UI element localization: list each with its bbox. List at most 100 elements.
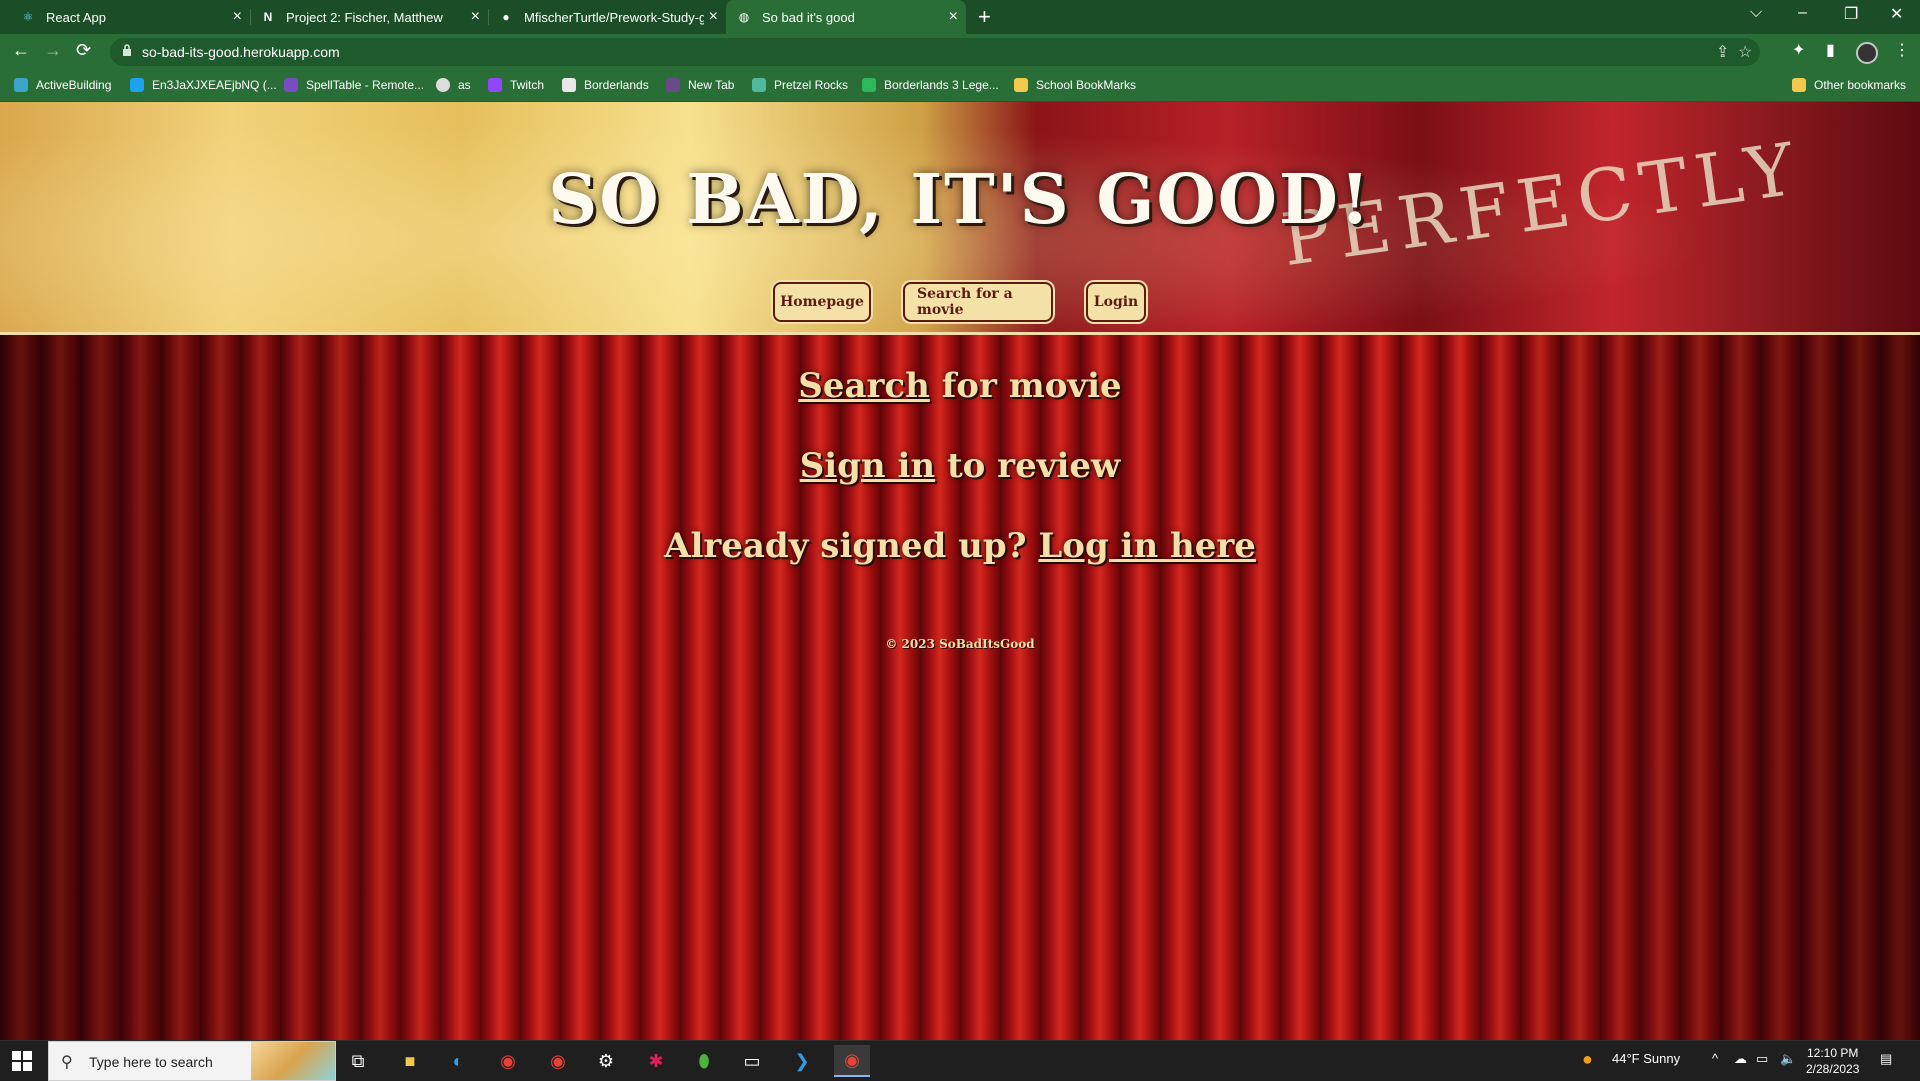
nav-search-button[interactable]: Search for a movie bbox=[903, 282, 1053, 322]
forward-arrow-icon[interactable]: → bbox=[44, 40, 62, 61]
sign-in-line-text: to review bbox=[935, 446, 1121, 486]
side-panel-icon[interactable]: ▮ bbox=[1826, 40, 1835, 60]
footer-copyright: © 2023 SoBadItsGood bbox=[885, 637, 1035, 651]
bookmark-label: Other bookmarks bbox=[1814, 78, 1907, 92]
chrome-icon[interactable]: ◉ bbox=[490, 1045, 526, 1077]
close-icon[interactable]: × bbox=[233, 8, 242, 26]
tab-title: MfischerTurtle/Prework-Study-gu bbox=[524, 9, 704, 25]
bookmark-label: ActiveBuilding bbox=[36, 78, 112, 92]
date-text: 2/28/2023 bbox=[1806, 1062, 1860, 1076]
file-explorer-icon[interactable]: ■ bbox=[392, 1045, 428, 1077]
react-icon: ⚛ bbox=[22, 10, 34, 24]
new-tab-button[interactable]: + bbox=[978, 4, 991, 30]
mongodb-compass-icon[interactable]: ⬮ bbox=[686, 1045, 722, 1077]
browser-toolbar: ← → ⟳ so-bad-its-good.herokuapp.com ⇪ ☆ … bbox=[0, 34, 1920, 70]
bookmark-icon bbox=[14, 78, 28, 92]
windows-start-icon[interactable] bbox=[12, 1051, 32, 1071]
weather-sun-icon[interactable]: ● bbox=[1582, 1049, 1593, 1070]
share-icon[interactable]: ⇪ bbox=[1716, 42, 1729, 62]
log-in-here-link[interactable]: Log in here bbox=[1038, 526, 1256, 566]
bookmark-folder[interactable]: School BookMarks bbox=[1014, 78, 1136, 92]
bookmark-label: Borderlands bbox=[584, 78, 649, 92]
search-link[interactable]: Search bbox=[798, 366, 930, 406]
edge-icon[interactable]: ◐ bbox=[440, 1045, 476, 1077]
nav-homepage-button[interactable]: Homepage bbox=[773, 282, 871, 322]
tab-github[interactable]: ● MfischerTurtle/Prework-Study-gu × bbox=[488, 0, 726, 34]
bookmark-item[interactable]: as bbox=[436, 78, 471, 92]
network-icon[interactable]: ▭ bbox=[1756, 1051, 1768, 1067]
bookmark-item[interactable]: En3JaXJXEAEjbNQ (... bbox=[130, 78, 277, 92]
notifications-icon[interactable]: ▤ bbox=[1880, 1051, 1892, 1067]
onedrive-icon[interactable]: ☁ bbox=[1734, 1051, 1747, 1067]
tab-react-app[interactable]: ⚛ React App × bbox=[10, 0, 250, 34]
bookmark-label: New Tab bbox=[688, 78, 735, 92]
extensions-icon[interactable]: ✦ bbox=[1792, 40, 1805, 60]
search-highlight-image bbox=[251, 1042, 335, 1080]
terminal-icon[interactable]: ▭ bbox=[734, 1045, 770, 1077]
borderlands-icon bbox=[562, 78, 576, 92]
tab-strip: ⚛ React App × N Project 2: Fischer, Matt… bbox=[0, 0, 1920, 34]
login-line: Already signed up? Log in here bbox=[0, 526, 1920, 566]
time-text: 12:10 PM bbox=[1807, 1046, 1859, 1060]
folder-icon bbox=[1792, 78, 1806, 92]
taskbar: ⚲ Type here to search ⧉ ■ ◐ ◉ ◉ ⚙ ✱ ⬮ ▭ … bbox=[0, 1040, 1920, 1081]
chrome-active-icon[interactable]: ◉ bbox=[834, 1045, 870, 1077]
tab-so-bad-its-good[interactable]: ◍ So bad it's good × bbox=[726, 0, 966, 34]
address-bar[interactable]: so-bad-its-good.herokuapp.com ⇪ ☆ bbox=[110, 38, 1760, 66]
curtain-shading bbox=[0, 335, 1920, 1040]
tray-chevron-icon[interactable]: ^ bbox=[1712, 1051, 1718, 1066]
clock[interactable]: 12:10 PM 2/28/2023 bbox=[1806, 1045, 1859, 1077]
bookmark-label: Twitch bbox=[510, 78, 545, 92]
sign-in-line: Sign in to review bbox=[0, 446, 1920, 486]
nav-login-button[interactable]: Login bbox=[1086, 282, 1146, 322]
close-window-button[interactable]: ✕ bbox=[1890, 4, 1903, 24]
search-line-text: for movie bbox=[929, 366, 1122, 406]
bookmark-item[interactable]: Borderlands 3 Lege... bbox=[862, 78, 999, 92]
task-view-icon[interactable]: ⧉ bbox=[340, 1045, 376, 1077]
bookmark-item[interactable]: SpellTable - Remote... bbox=[284, 78, 424, 92]
weather-text[interactable]: 44°F Sunny bbox=[1612, 1051, 1680, 1066]
kebab-menu-icon[interactable]: ⋮ bbox=[1894, 40, 1910, 60]
bookmark-item[interactable]: ActiveBuilding bbox=[14, 78, 111, 92]
search-icon: ⚲ bbox=[61, 1054, 73, 1071]
reload-icon[interactable]: ⟳ bbox=[76, 40, 91, 61]
tab-search-chevron-icon[interactable]: ⌵ bbox=[1750, 4, 1762, 22]
back-arrow-icon[interactable]: ← bbox=[12, 40, 30, 61]
bookmark-item[interactable]: New Tab bbox=[666, 78, 734, 92]
twitter-icon bbox=[130, 78, 144, 92]
slack-icon[interactable]: ✱ bbox=[638, 1045, 674, 1077]
bookmark-star-icon[interactable]: ☆ bbox=[1738, 42, 1752, 62]
lock-icon bbox=[123, 44, 131, 56]
tab-title: So bad it's good bbox=[762, 9, 855, 25]
bookmark-label: SpellTable - Remote... bbox=[306, 78, 425, 92]
restore-button[interactable]: ❐ bbox=[1844, 4, 1858, 24]
profile-avatar[interactable] bbox=[1856, 42, 1878, 64]
close-icon[interactable]: × bbox=[709, 8, 718, 26]
spelltable-icon bbox=[284, 78, 298, 92]
bookmark-item[interactable]: Borderlands bbox=[562, 78, 649, 92]
minimize-button[interactable]: – bbox=[1798, 4, 1807, 22]
settings-gear-icon[interactable]: ⚙ bbox=[588, 1045, 624, 1077]
other-bookmarks-folder[interactable]: Other bookmarks bbox=[1792, 78, 1906, 92]
new-tab-icon bbox=[666, 78, 680, 92]
close-icon[interactable]: × bbox=[949, 8, 958, 26]
sign-in-link[interactable]: Sign in bbox=[800, 446, 935, 486]
bookmark-label: as bbox=[458, 78, 471, 92]
tab-project-2[interactable]: N Project 2: Fischer, Matthew × bbox=[250, 0, 488, 34]
bookmark-item[interactable]: Twitch bbox=[488, 78, 544, 92]
taskbar-search-placeholder: Type here to search bbox=[89, 1054, 213, 1070]
bookmark-item[interactable]: Pretzel Rocks bbox=[752, 78, 848, 92]
tab-title: Project 2: Fischer, Matthew bbox=[286, 9, 443, 25]
close-icon[interactable]: × bbox=[471, 8, 480, 26]
chrome-profile-icon[interactable]: ◉ bbox=[540, 1045, 576, 1077]
taskbar-search[interactable]: ⚲ Type here to search bbox=[48, 1041, 336, 1081]
vscode-icon[interactable]: ❯ bbox=[784, 1045, 820, 1077]
twitch-icon bbox=[488, 78, 502, 92]
volume-icon[interactable]: 🔈 bbox=[1780, 1051, 1796, 1067]
bookmark-label: Borderlands 3 Lege... bbox=[884, 78, 999, 92]
tab-title: React App bbox=[46, 9, 106, 25]
site-title: SO BAD, IT'S GOOD! bbox=[548, 160, 1372, 240]
page-content: PERFECTLY SO BAD, IT'S GOOD! Homepage Se… bbox=[0, 102, 1920, 1040]
url-text[interactable]: so-bad-its-good.herokuapp.com bbox=[142, 44, 340, 60]
github-icon: ● bbox=[502, 10, 510, 24]
